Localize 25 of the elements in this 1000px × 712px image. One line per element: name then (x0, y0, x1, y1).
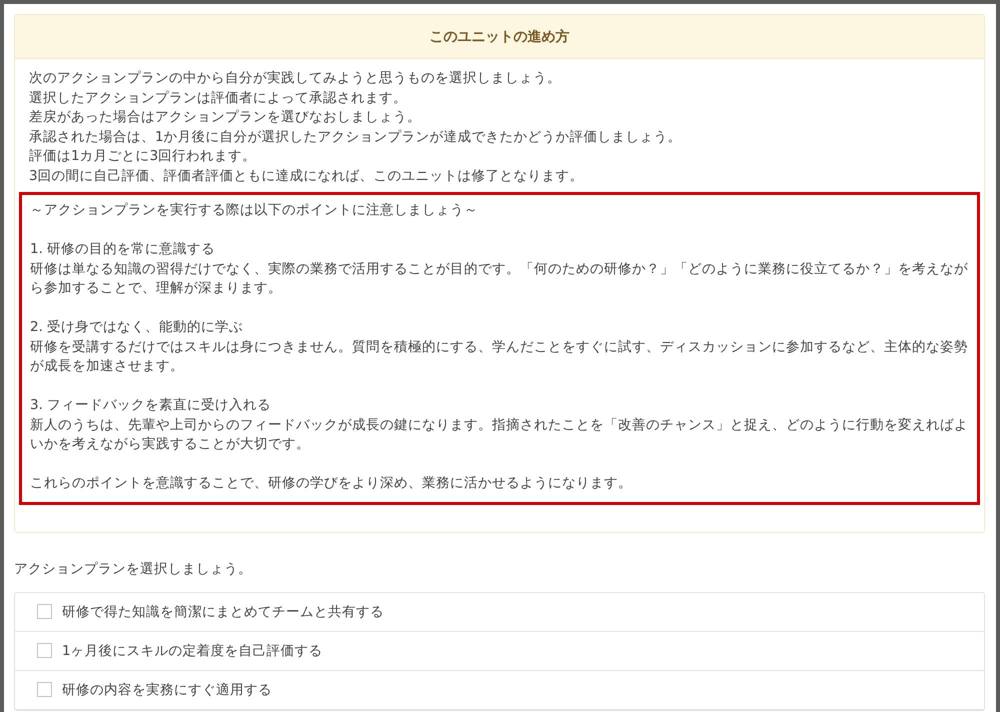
closing-text: これらのポイントを意識することで、研修の学びをより深め、業務に活かせるようになります。 (30, 474, 633, 493)
prompt-text: アクションプランを選択しましょう。 (14, 560, 253, 578)
plan-option[interactable]: 1ヶ月後にスキルの定着度を自己評価する (15, 632, 984, 670)
checkbox[interactable] (37, 682, 52, 697)
point-text: 研修を受講するだけではスキルは身につきません。質問を積極的にする、学んだことをすぐに試す、ディスカッションに参加するなど、主体的な姿勢が成長を加速させます。 (30, 338, 969, 376)
tips-heading: ～アクションプランを実行する際は以下のポイントに注意しましょう～ (30, 201, 479, 220)
plan-option[interactable]: 研修で得た知識を簡潔にまとめてチームと共有する (15, 592, 984, 632)
card-title: このユニットの進め方 (430, 28, 570, 46)
instruction-text: 次のアクションプランの中から自分が実践してみようと思うものを選択しましょう。 (29, 69, 562, 88)
checkbox[interactable] (37, 604, 52, 619)
point-text: 新人のうちは、先輩や上司からのフィードバックが成長の鍵になります。指摘されたことを「改善のチャンス」と捉え、どのように行動を変えればよいかを考えながら実践することが大切です。 (30, 416, 969, 454)
instruction-text: 評価は1カ月ごとに3回行われます。 (29, 147, 258, 166)
instruction-text: 3回の間に自己評価、評価者評価ともに達成になれば、このユニットは修了となります。 (29, 166, 585, 186)
instruction-text: 差戻があった場合はアクションプランを選びなおしましょう。 (29, 108, 422, 127)
option-label: 研修の内容を実務にすぐ適用する (62, 680, 272, 698)
plan-option[interactable]: 研修の内容を実務にすぐ適用する (15, 670, 984, 710)
option-label: 研修で得た知識を簡潔にまとめてチームと共有する (62, 602, 384, 620)
option-label: 1ヶ月後にスキルの定着度を自己評価する (62, 642, 323, 660)
instruction-text: 承認された場合は、1か月後に自分が選択したアクションプランが達成できたかどうか評価しましょう。 (29, 128, 683, 146)
checkbox[interactable] (37, 643, 52, 658)
point-title: 3. フィードバックを素直に受け入れる (30, 396, 272, 415)
point-text: 研修は単なる知識の習得だけでなく、実際の業務で活用することが目的です。「何のための研修か？」「どのように業務に役立てるか？」を考えながら参加することで、理解が深まります。 (30, 260, 969, 298)
point-title: 2. 受け身ではなく、能動的に学ぶ (30, 318, 244, 337)
point-title: 1. 研修の目的を常に意識する (30, 240, 216, 259)
instruction-text: 選択したアクションプランは評価者によって承認されます。 (29, 88, 408, 108)
